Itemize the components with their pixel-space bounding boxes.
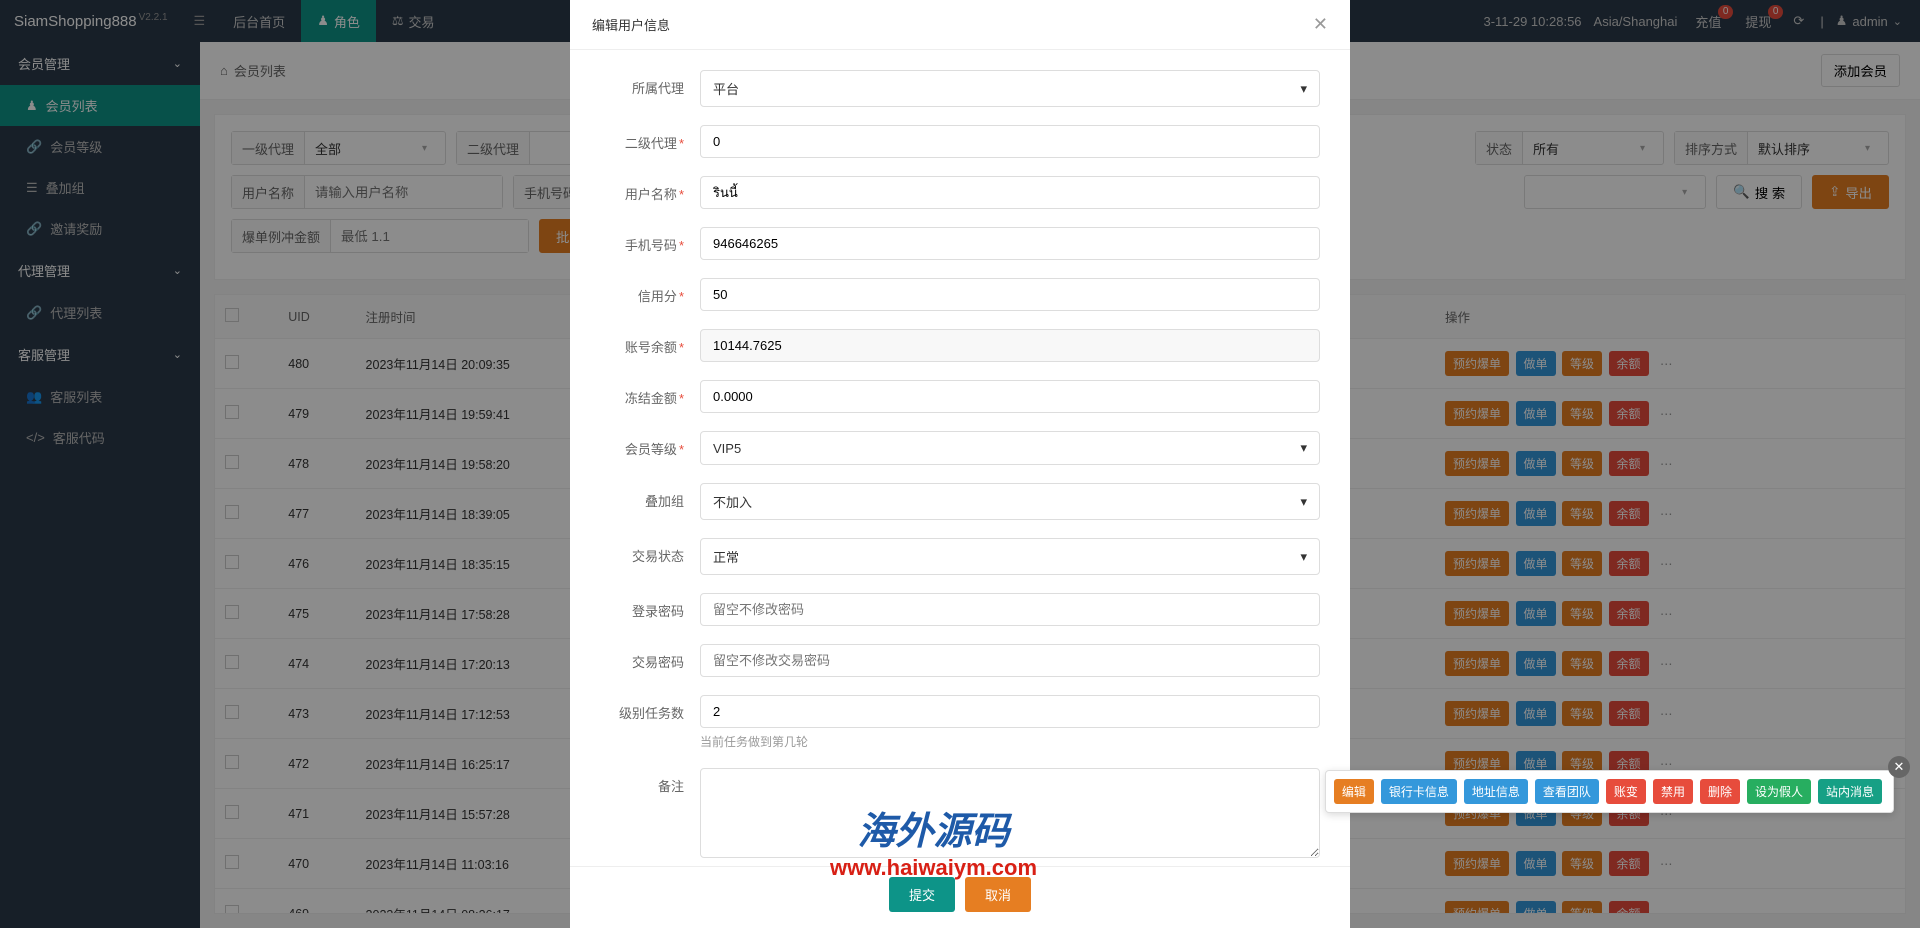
cancel-button[interactable]: 取消 <box>965 877 1031 912</box>
modal-title: 编辑用户信息 <box>592 15 670 34</box>
edit-user-modal: 编辑用户信息 ✕ 所属代理平台▾ 二级代理* 用户名称* 手机号码* 信用分* … <box>570 0 1350 928</box>
level-select[interactable]: VIP5▾ <box>700 431 1320 465</box>
caret-down-icon: ▾ <box>1300 440 1307 456</box>
caret-down-icon: ▾ <box>1300 549 1307 565</box>
tasks-hint: 当前任务做到第几轮 <box>700 733 1320 750</box>
username-input[interactable] <box>700 176 1320 209</box>
login-pwd-input[interactable] <box>700 593 1320 626</box>
frozen-input[interactable] <box>700 380 1320 413</box>
tstatus-select[interactable]: 正常▾ <box>700 538 1320 575</box>
close-icon[interactable]: ✕ <box>1313 14 1328 35</box>
pop-msg[interactable]: 站内消息 <box>1818 779 1882 804</box>
trade-pwd-input[interactable] <box>700 644 1320 677</box>
agent-select[interactable]: 平台▾ <box>700 70 1320 107</box>
tasks-input[interactable] <box>700 695 1320 728</box>
pop-ban[interactable]: 禁用 <box>1653 779 1693 804</box>
submit-button[interactable]: 提交 <box>889 877 955 912</box>
pop-del[interactable]: 删除 <box>1700 779 1740 804</box>
phone-input[interactable] <box>700 227 1320 260</box>
row-actions-popover: 编辑 银行卡信息 地址信息 查看团队 账变 禁用 删除 设为假人 站内消息 <box>1325 770 1894 813</box>
pop-edit[interactable]: 编辑 <box>1334 779 1374 804</box>
credit-input[interactable] <box>700 278 1320 311</box>
pop-addr[interactable]: 地址信息 <box>1464 779 1528 804</box>
pop-acct[interactable]: 账变 <box>1606 779 1646 804</box>
remark-textarea[interactable] <box>700 768 1320 858</box>
pop-fake[interactable]: 设为假人 <box>1747 779 1811 804</box>
caret-down-icon: ▾ <box>1300 494 1307 510</box>
pop-bank[interactable]: 银行卡信息 <box>1381 779 1457 804</box>
agent2-input[interactable] <box>700 125 1320 158</box>
caret-down-icon: ▾ <box>1300 81 1307 97</box>
pop-team[interactable]: 查看团队 <box>1535 779 1599 804</box>
balance-input <box>700 329 1320 362</box>
popover-close-icon[interactable]: ✕ <box>1888 756 1910 778</box>
overlay-select[interactable]: 不加入▾ <box>700 483 1320 520</box>
